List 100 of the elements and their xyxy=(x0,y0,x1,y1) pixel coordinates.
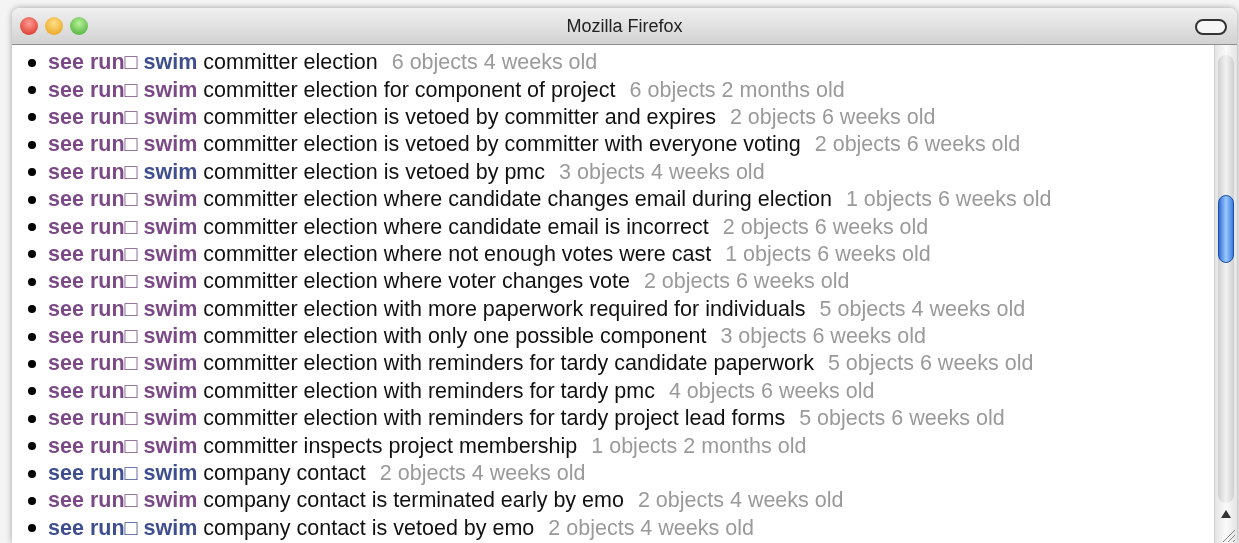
bullet-icon xyxy=(28,496,36,505)
object-info: 6 objects 4 weeks old xyxy=(391,50,598,76)
link[interactable]: swim xyxy=(143,378,198,404)
test-name: company contact xyxy=(203,461,366,487)
link[interactable]: swim xyxy=(143,488,198,514)
link[interactable]: swim xyxy=(143,132,198,158)
test-name: committer election with more paperwork required for individuals xyxy=(203,296,806,322)
link[interactable]: see xyxy=(48,296,84,322)
object-info: 2 objects 4 weeks old xyxy=(637,488,844,514)
bullet-icon xyxy=(28,250,36,259)
object-info: 1 objects 6 weeks old xyxy=(725,241,931,267)
link[interactable]: run□ xyxy=(89,104,138,130)
link[interactable]: swim xyxy=(143,324,198,350)
object-info: 2 objects 6 weeks old xyxy=(814,132,1021,158)
link[interactable]: run□ xyxy=(89,50,138,76)
link[interactable]: swim xyxy=(143,159,198,185)
object-info: 4 objects 6 weeks old xyxy=(668,378,875,404)
link[interactable]: swim xyxy=(143,461,198,487)
test-name: committer election xyxy=(203,50,378,76)
link[interactable]: swim xyxy=(143,351,198,377)
link[interactable]: see xyxy=(48,461,84,487)
object-info: 2 objects 6 weeks old xyxy=(729,104,936,130)
link[interactable]: see xyxy=(48,104,84,130)
bullet-icon xyxy=(28,86,36,95)
link[interactable]: run□ xyxy=(89,269,138,295)
link[interactable]: see xyxy=(48,351,84,377)
link[interactable]: run□ xyxy=(89,132,138,158)
link[interactable]: swim xyxy=(143,269,198,295)
link[interactable]: see xyxy=(48,159,84,185)
scroll-thumb[interactable] xyxy=(1218,195,1234,263)
test-name: committer election where candidate email is incorrect xyxy=(203,214,709,240)
link[interactable]: run□ xyxy=(89,296,138,322)
object-info: 2 objects 6 weeks old xyxy=(643,269,850,295)
link[interactable]: run□ xyxy=(89,77,138,103)
bullet-icon xyxy=(28,414,36,423)
test-name: committer election where candidate changes email during election xyxy=(203,187,832,213)
window-title: Mozilla Firefox xyxy=(566,15,683,36)
link[interactable]: swim xyxy=(143,214,198,240)
bullet-icon xyxy=(28,113,36,122)
object-info: 1 objects 2 months old xyxy=(591,433,807,459)
scrollbar[interactable] xyxy=(1214,45,1237,543)
object-info: 3 objects 4 weeks old xyxy=(559,159,765,185)
link[interactable]: swim xyxy=(143,104,198,130)
bullet-icon xyxy=(28,524,36,533)
link[interactable]: run□ xyxy=(89,241,138,267)
link[interactable]: run□ xyxy=(89,461,138,487)
object-info: 3 objects 6 weeks old xyxy=(720,324,926,350)
link[interactable]: swim xyxy=(143,406,198,432)
link[interactable]: see xyxy=(48,77,84,103)
link[interactable]: run□ xyxy=(89,351,138,377)
test-name: committer election where voter changes vote xyxy=(203,269,630,295)
link[interactable]: run□ xyxy=(89,324,138,350)
link[interactable]: see xyxy=(48,406,84,432)
link[interactable]: see xyxy=(48,488,84,514)
link[interactable]: see xyxy=(48,433,84,459)
bullet-icon xyxy=(28,168,36,177)
link[interactable]: swim xyxy=(143,50,198,76)
link[interactable]: swim xyxy=(143,296,198,322)
object-info: 5 objects 4 weeks old xyxy=(819,296,1026,322)
link[interactable]: see xyxy=(48,214,84,240)
link[interactable]: run□ xyxy=(89,378,138,404)
link[interactable]: run□ xyxy=(89,406,138,432)
link[interactable]: run□ xyxy=(89,214,138,240)
test-name: committer election is vetoed by committer with everyone voting xyxy=(203,132,801,158)
link[interactable]: see xyxy=(48,269,84,295)
test-name: committer inspects project membership xyxy=(203,433,578,459)
test-name: committer election for component of project xyxy=(203,77,616,103)
link[interactable]: run□ xyxy=(89,187,138,213)
object-info: 5 objects 6 weeks old xyxy=(827,351,1034,377)
test-name: committer election with reminders for tardy project lead forms xyxy=(203,406,786,432)
link[interactable]: see xyxy=(48,241,84,267)
link[interactable]: see xyxy=(48,324,84,350)
object-info: 1 objects 6 weeks old xyxy=(845,187,1052,213)
link[interactable]: run□ xyxy=(89,159,138,185)
link[interactable]: swim xyxy=(143,187,198,213)
link[interactable]: run□ xyxy=(89,488,138,514)
bullet-icon xyxy=(28,387,36,396)
link[interactable]: see xyxy=(48,132,84,158)
close-button[interactable] xyxy=(20,17,38,35)
link[interactable]: see xyxy=(48,515,84,541)
link[interactable]: swim xyxy=(143,515,198,541)
bullet-icon xyxy=(28,442,36,451)
object-info: 2 objects 6 weeks old xyxy=(722,214,929,240)
link[interactable]: see xyxy=(48,187,84,213)
link[interactable]: swim xyxy=(143,241,198,267)
link[interactable]: run□ xyxy=(89,515,138,541)
link[interactable]: run□ xyxy=(89,433,138,459)
test-name: company contact is terminated early by emo xyxy=(203,488,624,514)
test-name: committer election with reminders for tardy candidate paperwork xyxy=(203,351,814,377)
link[interactable]: see xyxy=(48,50,84,76)
link[interactable]: swim xyxy=(143,77,198,103)
test-name: committer election with reminders for tardy pmc xyxy=(203,378,655,404)
bullet-icon xyxy=(28,58,36,67)
link[interactable]: see xyxy=(48,378,84,404)
bullet-icon xyxy=(28,140,36,149)
link[interactable]: swim xyxy=(143,433,198,459)
toolbar-toggle-button[interactable] xyxy=(1195,19,1227,35)
object-info: 5 objects 6 weeks old xyxy=(799,406,1005,432)
test-name: committer election is vetoed by pmc xyxy=(203,159,546,185)
bullet-icon xyxy=(28,360,36,368)
